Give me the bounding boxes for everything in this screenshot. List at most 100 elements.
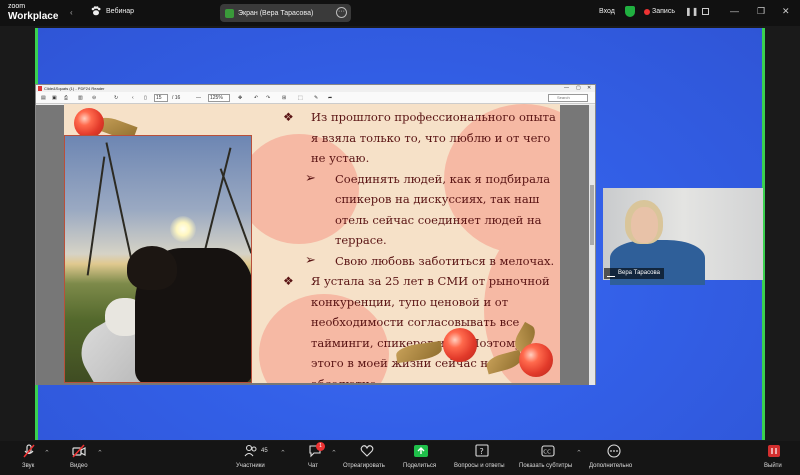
rotate-icon[interactable]: ↻ — [114, 95, 118, 101]
annotate-icon[interactable]: ✎ — [314, 95, 318, 101]
pdf-window-title: Сlide&Squats (1) - PDF24 Reader — [44, 86, 105, 91]
slide-bullet: ❖ Из прошлого профессионального опыта я в… — [283, 107, 558, 169]
pdf-app-icon — [38, 86, 42, 91]
share-screen-button[interactable]: Поделиться — [400, 441, 442, 475]
captions-button[interactable]: CC Показать субтитры — [518, 441, 580, 475]
bullet-text: Из прошлого профессионального опыта я вз… — [311, 110, 556, 165]
signal-bars-icon — [607, 271, 615, 277]
tree-branch — [86, 156, 106, 276]
participants-label: Участники — [236, 463, 265, 469]
bullet-text: Свою любовь заботиться в мелочах. — [335, 253, 555, 268]
audio-button[interactable]: Звук — [14, 441, 54, 475]
chat-options-chevron-icon[interactable]: ⌃ — [331, 449, 337, 457]
tree-branch — [219, 168, 251, 254]
view-icon[interactable]: ▥ — [78, 95, 83, 101]
screen-share-icon — [225, 8, 234, 18]
page-icon: ▯ — [144, 95, 147, 101]
total-pages: / 16 — [172, 95, 181, 101]
captions-label: Показать субтитры — [519, 463, 573, 469]
page-number-input[interactable]: 15 — [154, 94, 168, 102]
audio-options-chevron-icon[interactable]: ⌃ — [44, 449, 50, 457]
video-options-chevron-icon[interactable]: ⌃ — [97, 449, 103, 457]
zoom-minus-icon[interactable]: — — [196, 95, 201, 101]
bullet-text: Соединять людей, как я подбирала спикеро… — [335, 171, 551, 248]
heart-icon — [360, 445, 374, 457]
zoom-app-window: zoom Workplace ‹ Вебинар Экран (Вера Тар… — [0, 0, 800, 475]
tree-branch — [200, 147, 232, 265]
qa-button[interactable]: ? Вопросы и ответы — [452, 441, 512, 475]
audio-label: Звук — [22, 463, 35, 469]
pdf-maximize-icon[interactable]: ▢ — [576, 85, 581, 92]
leave-label: Выйти — [764, 463, 782, 469]
participant-face — [631, 207, 658, 243]
svg-text:CC: CC — [543, 450, 551, 456]
undo-icon[interactable]: ↶ — [254, 95, 258, 101]
more-dots-icon — [607, 444, 621, 458]
chat-unread-badge: 1 — [316, 442, 325, 451]
close-icon[interactable]: ✕ — [782, 6, 790, 17]
camera-off-icon — [72, 444, 86, 458]
react-label: Отреагировать — [343, 463, 385, 469]
brand-line2: Workplace — [8, 11, 59, 22]
chevron-left-icon[interactable]: ‹ — [70, 8, 73, 17]
pdf-scrollbar[interactable] — [589, 105, 595, 385]
share-screen-icon — [414, 445, 428, 457]
participants-button[interactable]: 45 Участники — [232, 441, 276, 475]
participants-options-chevron-icon[interactable]: ⌃ — [280, 449, 286, 457]
pdf-scroll-thumb[interactable] — [590, 185, 594, 245]
zoom-select[interactable]: 125% — [208, 94, 230, 102]
screen-share-indicator[interactable]: Экран (Вера Тарасова) ··· — [220, 4, 351, 22]
security-shield-icon[interactable] — [625, 6, 635, 17]
restore-icon[interactable]: ❐ — [757, 6, 765, 17]
select-icon[interactable]: ⬚ — [298, 95, 303, 101]
paw-icon — [91, 6, 101, 16]
svg-text:?: ? — [480, 447, 484, 456]
pdf-toolbar: ▤ ▣ ⎙ ▥ ⊖ ↻ ‹ ▯ 15 / 16 — 125% ✥ ↶ ↷ ⊞ ⬚… — [36, 92, 595, 104]
apple-decoration — [74, 108, 104, 138]
pdf-search-input[interactable]: Search — [548, 94, 588, 102]
more-options-icon[interactable]: ··· — [336, 7, 347, 18]
bullet-marker-icon: ❖ — [283, 274, 294, 288]
more-label: Дополнительно — [589, 463, 633, 469]
pdf-close-icon[interactable]: ✕ — [587, 85, 591, 92]
zoom-logo: zoom Workplace — [8, 2, 58, 22]
move-icon[interactable]: ✥ — [238, 95, 242, 101]
stop-recording-icon[interactable] — [702, 8, 709, 15]
pdf-title-bar: Сlide&Squats (1) - PDF24 Reader — ▢ ✕ — [36, 85, 595, 92]
leave-button[interactable]: Выйти — [760, 441, 790, 475]
chat-button[interactable]: 1 Чат — [304, 441, 332, 475]
cc-icon: CC — [541, 445, 555, 457]
video-button[interactable]: Видео — [64, 441, 104, 475]
pause-recording-icon[interactable]: ❚❚ — [685, 7, 698, 16]
save-icon[interactable]: ▣ — [52, 95, 57, 101]
apple-decoration — [443, 328, 477, 362]
participants-count: 45 — [261, 448, 268, 454]
prev-page-icon[interactable]: ‹ — [132, 95, 134, 101]
video-label: Видео — [70, 463, 88, 469]
pdf-minimize-icon[interactable]: — — [564, 85, 569, 92]
slide-sub-bullet: ➢ Свою любовь заботиться в мелочах. — [283, 251, 558, 272]
react-button[interactable]: Отреагировать — [343, 441, 393, 475]
minimize-icon[interactable]: — — [730, 6, 739, 16]
leave-icon — [768, 445, 780, 457]
more-button[interactable]: Дополнительно — [588, 441, 640, 475]
chat-label: Чат — [308, 463, 318, 469]
top-bar: zoom Workplace ‹ Вебинар Экран (Вера Тар… — [0, 0, 800, 26]
login-link[interactable]: Вход — [599, 8, 615, 15]
redo-icon[interactable]: ↷ — [266, 95, 270, 101]
share-arrow-icon[interactable]: ➦ — [328, 95, 332, 101]
dog-head — [127, 246, 177, 290]
bullet-marker-icon: ➢ — [305, 170, 316, 186]
fit-icon[interactable]: ⊞ — [282, 95, 286, 101]
slide-sub-bullet: ➢ Соединять людей, как я подбирала спикер… — [283, 169, 558, 251]
print-icon[interactable]: ⎙ — [64, 95, 68, 101]
zoom-out-tool-icon[interactable]: ⊖ — [92, 95, 96, 101]
qa-label: Вопросы и ответы — [454, 463, 505, 469]
participant-name: Вера Тарасова — [618, 270, 660, 276]
participant-name-label: Вера Тарасова — [604, 268, 664, 279]
record-dot-icon — [644, 9, 650, 15]
presentation-slide: ❖ Из прошлого профессионального опыта я в… — [64, 104, 560, 383]
captions-options-chevron-icon[interactable]: ⌃ — [576, 449, 582, 457]
screen-share-label: Экран (Вера Тарасова) — [238, 9, 314, 17]
open-file-icon[interactable]: ▤ — [41, 95, 46, 101]
